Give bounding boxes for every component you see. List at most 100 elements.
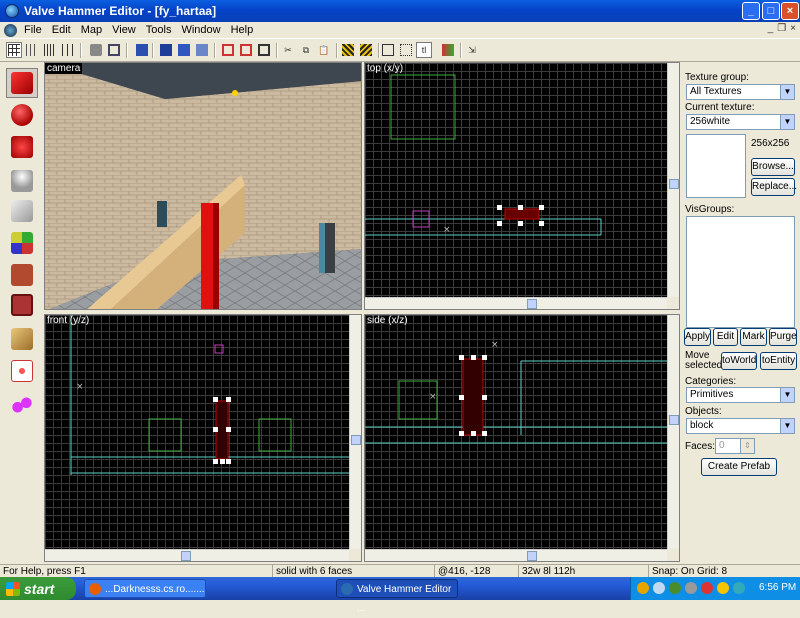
mark-button[interactable]: Mark: [740, 328, 767, 346]
clock[interactable]: 6:56 PM: [759, 582, 796, 593]
decal-tool[interactable]: [6, 290, 38, 320]
windows-logo-icon: [6, 581, 20, 596]
hazard-stripe-icon[interactable]: [340, 42, 356, 58]
to-entity-button[interactable]: toEntity: [760, 352, 797, 370]
close-button[interactable]: ×: [781, 2, 799, 20]
path-tool[interactable]: [6, 390, 38, 420]
horizontal-scrollbar[interactable]: [365, 549, 667, 561]
svg-text:×: ×: [443, 225, 451, 235]
cut-icon[interactable]: ✂: [280, 42, 296, 58]
top-viewport[interactable]: × top (x/y): [364, 62, 680, 310]
top-view-geometry: ×: [365, 74, 602, 236]
tray-app-icon[interactable]: [637, 582, 649, 594]
menu-help[interactable]: Help: [226, 24, 259, 36]
hide-unselected-icon[interactable]: [194, 42, 210, 58]
tray-security-icon[interactable]: [717, 582, 729, 594]
3d-grid-icon[interactable]: [24, 42, 40, 58]
edit-button[interactable]: Edit: [713, 328, 738, 346]
paint-tool-icon[interactable]: [440, 42, 456, 58]
show-all-icon[interactable]: [176, 42, 192, 58]
mdi-minimize-button[interactable]: _: [768, 23, 774, 34]
menu-map[interactable]: Map: [76, 24, 107, 36]
clip-icon: [11, 328, 33, 350]
purge-button[interactable]: Purge: [769, 328, 797, 346]
apply-button[interactable]: Apply: [684, 328, 711, 346]
menu-window[interactable]: Window: [176, 24, 225, 36]
texture-lock-toggle-icon[interactable]: tl: [416, 42, 432, 58]
tray-messenger-icon[interactable]: [733, 582, 745, 594]
mdi-restore-button[interactable]: ❐: [777, 23, 786, 34]
start-button[interactable]: start: [0, 577, 76, 600]
side-viewport-label: side (x/z): [367, 315, 408, 326]
taskbar-item-hammer[interactable]: Valve Hammer Editor ...: [336, 579, 458, 614]
current-texture-dropdown[interactable]: 256white ▼: [686, 114, 795, 130]
clipping-tool[interactable]: [6, 324, 38, 354]
mdi-close-button[interactable]: ×: [790, 23, 796, 34]
camera-viewport[interactable]: camera: [44, 62, 362, 310]
horizontal-scrollbar[interactable]: [45, 549, 349, 561]
vertex-tool[interactable]: [6, 356, 38, 386]
run-map-icon[interactable]: ⇲: [464, 42, 480, 58]
system-tray: 6:56 PM: [630, 577, 800, 600]
cube-icon[interactable]: [256, 42, 272, 58]
block-tool[interactable]: [6, 196, 38, 226]
menu-edit[interactable]: Edit: [47, 24, 76, 36]
zoom-select-icon[interactable]: [398, 42, 414, 58]
menu-file[interactable]: File: [19, 24, 47, 36]
larger-grid-icon[interactable]: [60, 42, 76, 58]
to-world-button[interactable]: toWorld: [721, 352, 757, 370]
side-viewport[interactable]: × × side (x/z): [364, 314, 680, 562]
texture-group-dropdown[interactable]: All Textures ▼: [686, 84, 795, 100]
camera-tool[interactable]: [6, 132, 38, 162]
categories-dropdown[interactable]: Primitives ▼: [686, 387, 795, 403]
vertical-scrollbar[interactable]: [349, 315, 361, 549]
tray-antivirus-icon[interactable]: [669, 582, 681, 594]
create-prefab-button[interactable]: Create Prefab: [701, 458, 777, 476]
vertical-scrollbar[interactable]: [667, 63, 679, 297]
browse-button[interactable]: Browse...: [751, 158, 795, 176]
copy-icon[interactable]: ⧉: [298, 42, 314, 58]
tray-network-icon[interactable]: [653, 582, 665, 594]
grid-toggle-icon[interactable]: [6, 42, 22, 58]
vertex-icon: [11, 360, 33, 382]
document-icon[interactable]: [4, 23, 17, 37]
tray-volume-icon[interactable]: [685, 582, 697, 594]
apply-texture-tool[interactable]: [6, 260, 38, 290]
select-box-icon[interactable]: [380, 42, 396, 58]
magnify-tool[interactable]: [6, 100, 38, 130]
faces-label: Faces:: [685, 441, 716, 452]
chevron-down-icon: ▼: [780, 85, 794, 99]
current-texture-label: Current texture:: [685, 102, 755, 113]
group-icon[interactable]: [106, 42, 122, 58]
front-view-geometry: ×: [70, 315, 351, 475]
hazard-stripe-x-icon[interactable]: [358, 42, 374, 58]
move-selected-label-line2: selected:: [685, 360, 726, 371]
replace-button[interactable]: Replace...: [751, 178, 797, 196]
tray-alert-icon[interactable]: [701, 582, 713, 594]
entity-tool[interactable]: [6, 166, 38, 196]
maximize-button[interactable]: □: [762, 2, 780, 20]
smaller-grid-icon[interactable]: [42, 42, 58, 58]
minimize-button[interactable]: _: [742, 2, 760, 20]
paste-icon[interactable]: 📋: [316, 42, 332, 58]
selection-tool[interactable]: [6, 68, 38, 98]
menu-view[interactable]: View: [107, 24, 141, 36]
tool-palette: [0, 62, 44, 564]
texture-lock-icon[interactable]: [134, 42, 150, 58]
objects-dropdown[interactable]: block ▼: [686, 418, 795, 434]
carve-icon[interactable]: [88, 42, 104, 58]
hide-selected-icon[interactable]: [158, 42, 174, 58]
taskbar-item-browser[interactable]: ...Darknesss.cs.ro.......: [84, 579, 206, 598]
camera-viewport-label: camera: [45, 63, 83, 74]
cordon-toggle-icon[interactable]: [238, 42, 254, 58]
main-toolbar: ✂ ⧉ 📋 tl ⇲: [0, 38, 800, 62]
visgroups-list[interactable]: [686, 216, 795, 328]
side-view-geometry: × ×: [365, 340, 669, 444]
faces-spinner[interactable]: 0 ⇕: [715, 438, 755, 454]
horizontal-scrollbar[interactable]: [365, 297, 667, 309]
cordon-icon[interactable]: [220, 42, 236, 58]
front-viewport[interactable]: × front (y/z): [44, 314, 362, 562]
menu-tools[interactable]: Tools: [141, 24, 177, 36]
vertical-scrollbar[interactable]: [667, 315, 679, 549]
texture-application-tool[interactable]: [6, 228, 38, 258]
